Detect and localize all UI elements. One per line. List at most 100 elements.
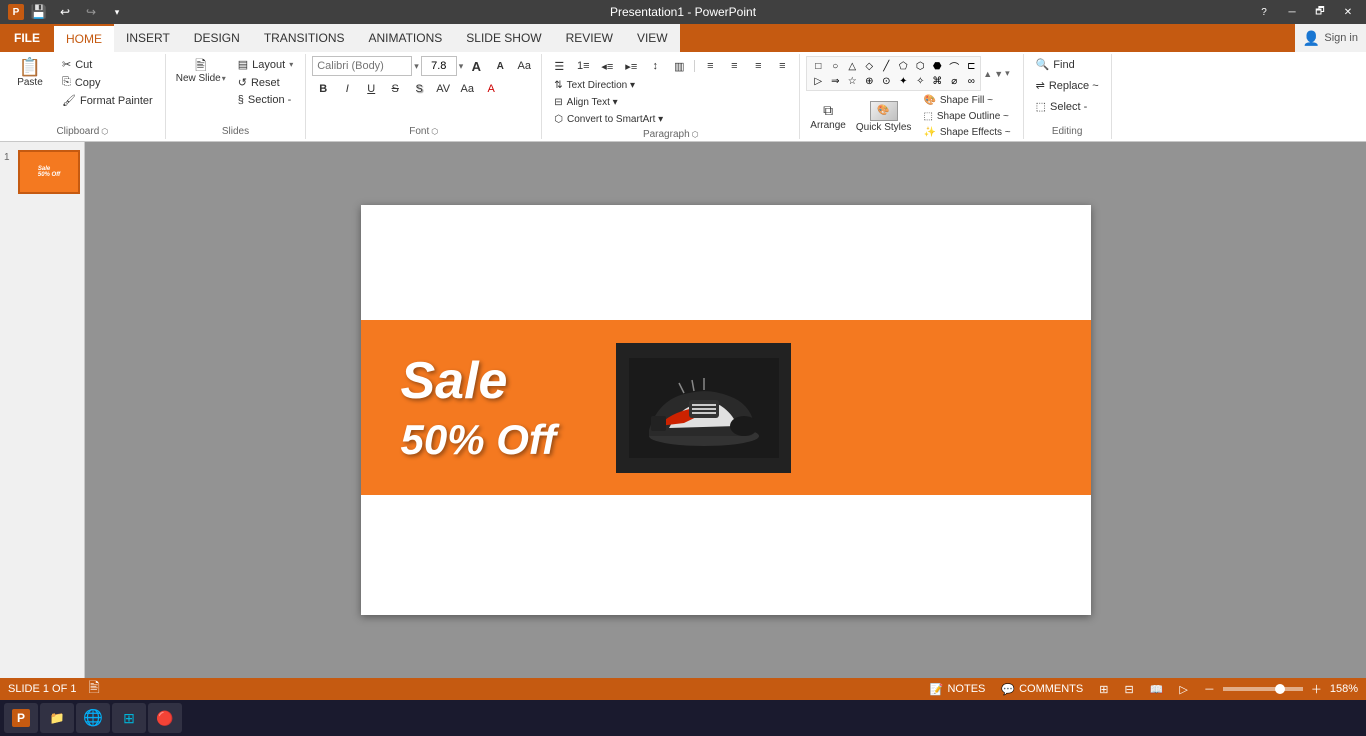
indent-inc-button[interactable]: ▸≡ [620,56,642,76]
zoom-slider[interactable] [1223,687,1303,691]
shape-item[interactable]: ⇒ [826,74,844,88]
shape-item[interactable]: ✧ [911,74,929,88]
tab-insert[interactable]: INSERT [114,24,182,52]
view-presentation-button[interactable]: ▷ [1175,682,1191,697]
cut-button[interactable]: ✂ Cut [56,56,159,73]
line-spacing-button[interactable]: ↕ [644,56,666,76]
shape-effects-button[interactable]: ✨ Shape Effects ~ [917,125,1016,140]
replace-button[interactable]: ⇌ Replace ~ [1030,77,1105,94]
slide-banner[interactable]: Sale 50% Off [361,320,1091,495]
font-size-dropdown[interactable]: ▾ [459,61,464,72]
quick-access-save[interactable]: 💾 [28,2,50,22]
shape-item[interactable]: ⌒ [945,59,963,73]
file-tab[interactable]: FILE [0,24,54,52]
shape-item[interactable]: ⌘ [928,74,946,88]
shape-item[interactable]: ⬡ [911,59,929,73]
tab-review[interactable]: REVIEW [554,24,625,52]
view-reading-button[interactable]: 📖 [1146,682,1168,697]
reset-button[interactable]: ↺ Reset [232,74,299,91]
decrease-font-button[interactable]: A [489,56,511,76]
select-button[interactable]: ⬚ Select - [1030,98,1094,115]
sign-in-button[interactable]: 👤 Sign in [1303,30,1358,47]
font-name-input[interactable] [312,56,412,76]
taskbar-pp-button[interactable]: P [4,703,38,733]
justify-button[interactable]: ≡ [771,56,793,76]
slide-thumbnail[interactable]: Sale50% Off [18,150,80,194]
shape-item[interactable]: ⊕ [860,74,878,88]
restore-button[interactable]: 🗗 [1310,4,1330,20]
section-button[interactable]: § Section - [232,92,299,108]
quick-styles-button[interactable]: 🎨 Quick Styles [852,99,916,135]
font-expand-icon[interactable]: ⬡ [431,127,438,136]
quick-access-customize[interactable]: ▾ [106,2,128,22]
shadow-button[interactable]: S [408,79,430,99]
font-size-input[interactable] [421,56,457,76]
shape-item[interactable]: ⬠ [894,59,912,73]
shape-item[interactable]: ◇ [860,59,878,73]
notes-button[interactable]: 📝 NOTES [926,682,990,697]
align-left-button[interactable]: ≡ [699,56,721,76]
shape-item[interactable]: ☆ [843,74,861,88]
format-painter-button[interactable]: 🖌 Format Painter [56,92,159,109]
shape-item[interactable]: ⬣ [928,59,946,73]
text-direction-button[interactable]: ⇅ Text Direction ▾ [548,78,641,93]
clear-format-button[interactable]: Aa [513,56,535,76]
comments-button[interactable]: 💬 COMMENTS [997,682,1087,697]
shape-item[interactable]: ╱ [877,59,895,73]
tab-slide-show[interactable]: SLIDE SHOW [454,24,553,52]
view-normal-button[interactable]: ⊞ [1095,682,1112,697]
convert-smartart-button[interactable]: ⬡ Convert to SmartArt ▾ [548,112,669,127]
slide-status-icon[interactable]: 🖹 [88,677,99,701]
italic-button[interactable]: I [336,79,358,99]
shape-item[interactable]: □ [809,59,827,73]
columns-button[interactable]: ▥ [668,56,690,76]
tab-transitions[interactable]: TRANSITIONS [252,24,357,52]
new-slide-button[interactable]: 🖹 New Slide ▾ [172,56,230,86]
find-button[interactable]: 🔍 Find [1030,56,1081,73]
zoom-out-button[interactable]: － [1200,680,1219,698]
shape-item[interactable]: ○ [826,59,844,73]
zoom-in-button[interactable]: ＋ [1307,680,1326,698]
help-button[interactable]: ? [1254,4,1274,20]
layout-button[interactable]: ▤ Layout ▾ [232,56,299,73]
close-button[interactable]: ✕ [1338,4,1358,20]
taskbar-grid-button[interactable]: ⊞ [112,703,146,733]
paste-button[interactable]: 📋 Paste [6,56,54,90]
shape-item[interactable]: ✦ [894,74,912,88]
char-spacing-button[interactable]: AV [432,79,454,99]
slide-canvas[interactable]: Sale 50% Off [361,205,1091,615]
shapes-expand[interactable]: ▾ [1005,68,1010,79]
banner-image[interactable] [616,343,791,473]
font-color-button[interactable]: A [480,79,502,99]
tab-view[interactable]: VIEW [625,24,680,52]
paragraph-expand-icon[interactable]: ⬡ [692,130,699,139]
copy-button[interactable]: ⎘ Copy [56,74,159,91]
clipboard-expand-icon[interactable]: ⬡ [101,127,108,136]
change-case-button[interactable]: Aa [456,79,478,99]
shape-item[interactable]: ⌀ [945,74,963,88]
quick-access-undo[interactable]: ↩ [54,2,76,22]
tab-animations[interactable]: ANIMATIONS [356,24,454,52]
align-text-button[interactable]: ⊟ Align Text ▾ [548,95,623,110]
tab-design[interactable]: DESIGN [182,24,252,52]
canvas-area[interactable]: Sale 50% Off [85,142,1366,678]
tab-home[interactable]: HOME [54,24,114,52]
bold-button[interactable]: B [312,79,334,99]
shape-item[interactable]: ⊏ [962,59,980,73]
numbering-button[interactable]: 1≡ [572,56,594,76]
indent-dec-button[interactable]: ◂≡ [596,56,618,76]
taskbar-other-button[interactable]: 🔴 [148,703,182,733]
underline-button[interactable]: U [360,79,382,99]
taskbar-chrome-button[interactable]: 🌐 [76,703,110,733]
shape-outline-button[interactable]: ⬚ Shape Outline ~ [917,109,1016,124]
shapes-scroll-up[interactable]: ▲ [983,69,992,79]
taskbar-folder-button[interactable]: 📁 [40,703,74,733]
align-center-button[interactable]: ≡ [723,56,745,76]
increase-font-button[interactable]: A [465,56,487,76]
zoom-thumb[interactable] [1275,684,1285,694]
shape-item[interactable]: △ [843,59,861,73]
quick-access-redo[interactable]: ↪ [80,2,102,22]
strikethrough-button[interactable]: S [384,79,406,99]
shape-item[interactable]: ∞ [962,74,980,88]
view-slide-sorter-button[interactable]: ⊟ [1120,682,1137,697]
